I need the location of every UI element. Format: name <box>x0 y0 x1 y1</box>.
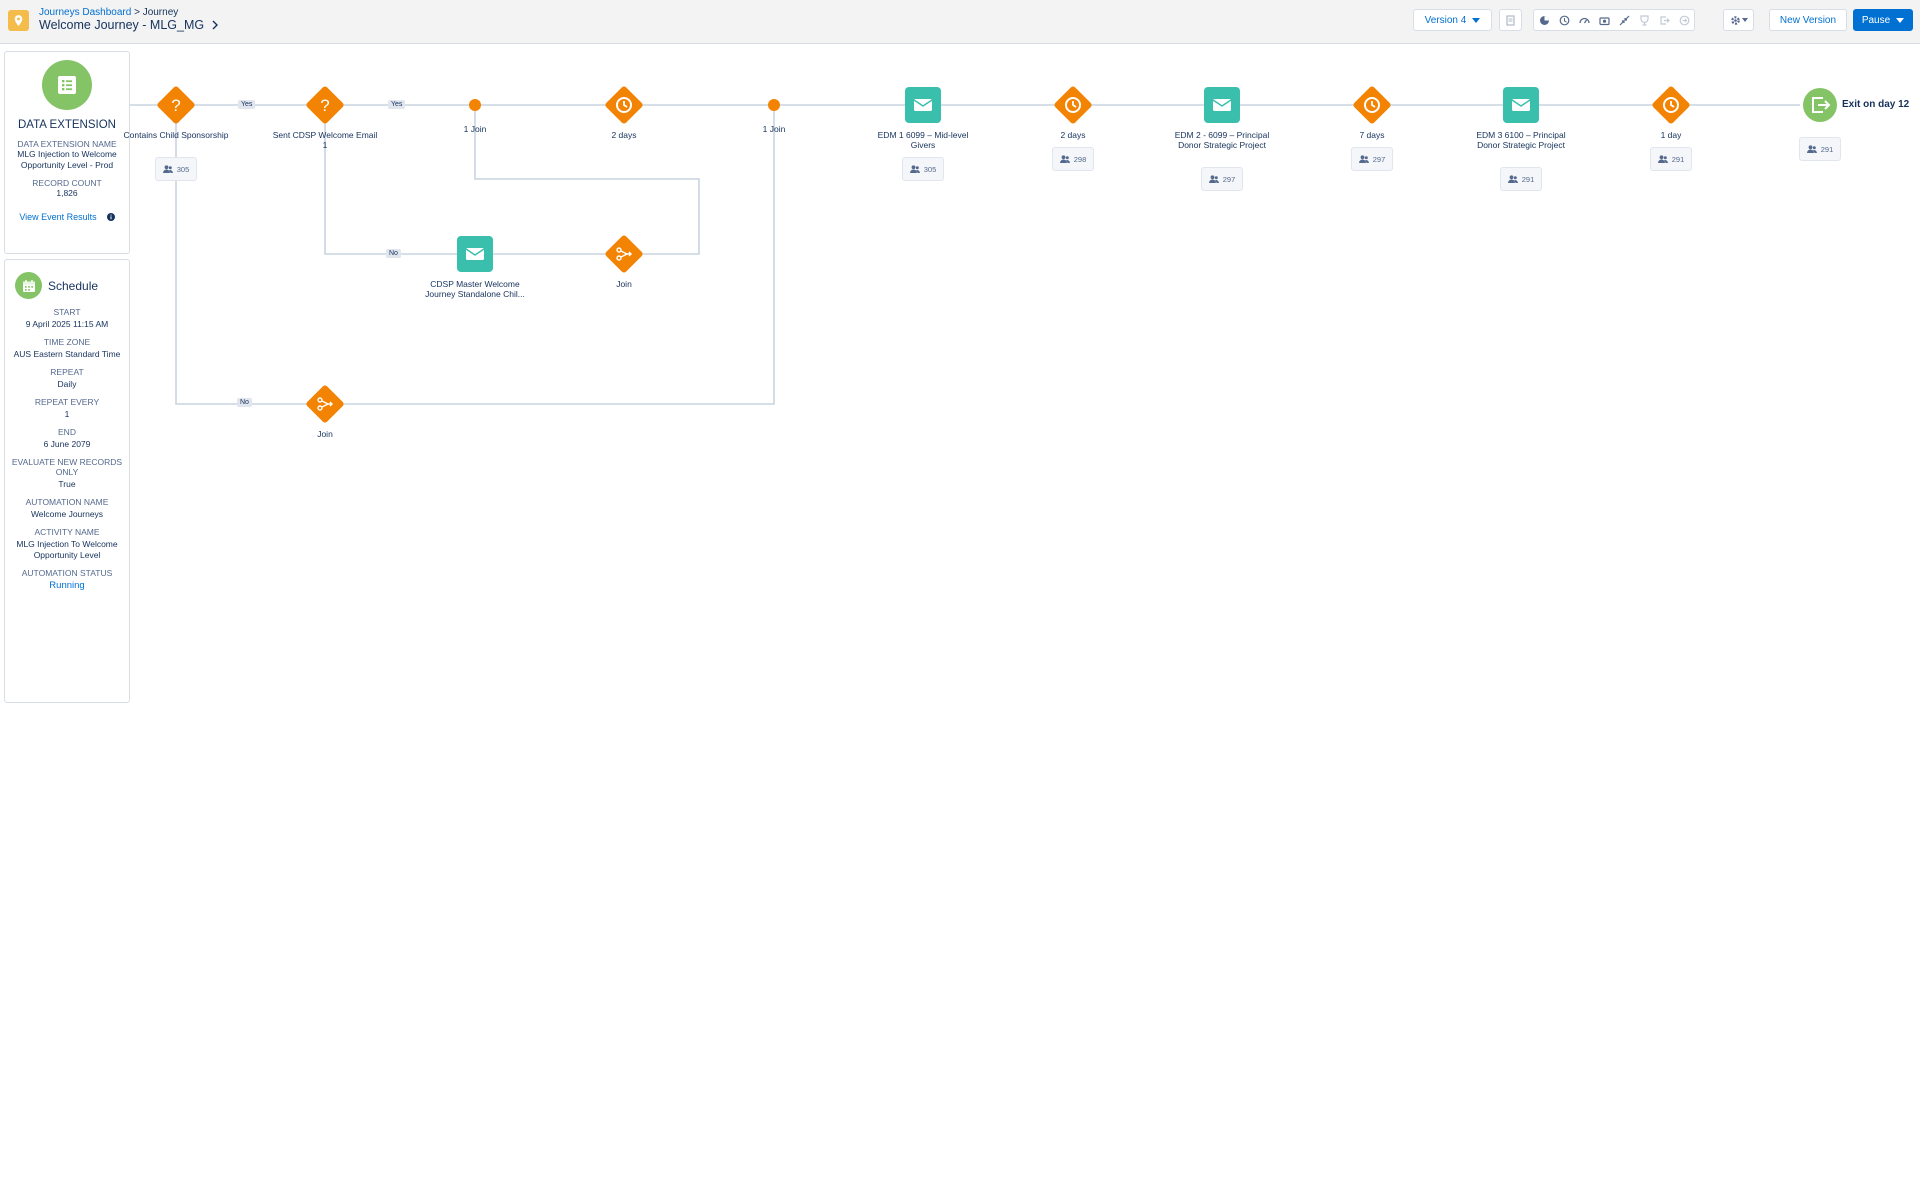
population-badge[interactable]: 291 <box>1500 167 1542 191</box>
email-activity[interactable] <box>905 87 941 123</box>
contacts-icon <box>1208 175 1219 183</box>
contacts-icon <box>1806 145 1817 153</box>
pause-button[interactable]: Pause <box>1853 9 1913 31</box>
activity-label: Sent CDSP Welcome Email 1 <box>272 130 378 150</box>
population-badge[interactable]: 291 <box>1799 137 1841 161</box>
population-badge[interactable]: 291 <box>1650 147 1692 171</box>
email-activity[interactable] <box>457 236 493 272</box>
contacts-icon <box>1358 155 1369 163</box>
email-icon <box>1511 99 1531 111</box>
activity-label: 1 day <box>1660 130 1682 140</box>
join-dot-activity[interactable] <box>768 99 780 111</box>
new-version-button[interactable]: New Version <box>1769 9 1847 31</box>
population-count: 305 <box>923 164 937 174</box>
exit-icon[interactable] <box>1674 10 1694 30</box>
activity-label: EDM 3 6100 – Principal Donor Strategic P… <box>1476 130 1566 150</box>
population-badge[interactable]: 305 <box>902 157 944 181</box>
activity-label: Join <box>317 429 333 439</box>
population-count: 305 <box>176 164 190 174</box>
contacts-icon <box>1059 155 1070 163</box>
collapse-icon[interactable] <box>1614 10 1634 30</box>
breadcrumb-separator: > <box>134 7 140 18</box>
page-title: Welcome Journey - MLG_MG <box>39 18 219 32</box>
journey-header: Journeys Dashboard > Journey Welcome Jou… <box>0 0 1920 44</box>
speed-icon[interactable] <box>1574 10 1594 30</box>
caret-down-icon <box>1472 17 1481 23</box>
journey-name: Welcome Journey - MLG_MG <box>39 18 205 32</box>
activity-label: 1 Join <box>762 124 786 134</box>
stats-icon[interactable] <box>1534 10 1554 30</box>
question-mark-icon: ? <box>171 96 180 115</box>
population-count: 298 <box>1073 154 1087 164</box>
settings-icon[interactable] <box>1724 10 1753 30</box>
wait-activity[interactable] <box>1651 85 1691 125</box>
join-activity[interactable] <box>305 384 345 424</box>
yes-path-tag: Yes <box>238 100 256 109</box>
email-activity[interactable] <box>1503 87 1539 123</box>
wait-activity[interactable] <box>1352 85 1392 125</box>
version-dropdown[interactable]: Version 4 <box>1413 9 1492 31</box>
activity-label: EDM 1 6099 – Mid-level Givers <box>877 130 969 150</box>
notes-button-group <box>1499 9 1522 31</box>
activity-label: 2 days <box>611 130 637 140</box>
pause-label: Pause <box>1861 14 1891 26</box>
wait-activity[interactable] <box>1053 85 1093 125</box>
version-label: Version 4 <box>1424 14 1467 26</box>
question-mark-icon: ? <box>320 96 329 115</box>
exit-criteria-icon[interactable] <box>1654 10 1674 30</box>
join-activity[interactable] <box>604 234 644 274</box>
contacts-icon <box>162 165 173 173</box>
exit-activity[interactable] <box>1803 88 1837 122</box>
population-count: 291 <box>1671 154 1685 164</box>
population-badge[interactable]: 297 <box>1201 167 1243 191</box>
yes-path-tag: Yes <box>388 100 406 109</box>
activity-label: Contains Child Sponsorship <box>123 130 229 140</box>
population-badge[interactable]: 305 <box>155 157 197 181</box>
population-count: 291 <box>1820 144 1834 154</box>
decision-activity[interactable]: ? <box>305 85 345 125</box>
email-activity[interactable] <box>1204 87 1240 123</box>
no-path-tag: No <box>386 249 401 258</box>
email-icon <box>1212 99 1232 111</box>
join-dot-icon <box>768 99 780 111</box>
contacts-icon <box>909 165 920 173</box>
join-diamond <box>306 385 344 423</box>
goal-icon[interactable] <box>1634 10 1654 30</box>
contacts-icon <box>1657 155 1668 163</box>
activity-label: 1 Join <box>463 124 487 134</box>
settings-menu <box>1723 9 1754 31</box>
population-badge[interactable]: 298 <box>1052 147 1094 171</box>
email-icon <box>913 99 933 111</box>
join-dot-activity[interactable] <box>469 99 481 111</box>
join-dot-icon <box>469 99 481 111</box>
notes-icon[interactable] <box>1500 10 1521 30</box>
breadcrumb-journey: Journey <box>142 7 179 18</box>
activity-label: 7 days <box>1359 130 1385 140</box>
activity-label: EDM 2 - 6099 – Principal Donor Strategic… <box>1174 130 1270 150</box>
breadcrumb-journeys-dashboard[interactable]: Journeys Dashboard <box>39 7 131 18</box>
wait-activity[interactable] <box>604 85 644 125</box>
contacts-icon <box>1507 175 1518 183</box>
population-count: 291 <box>1521 174 1535 184</box>
population-badge[interactable]: 297 <box>1351 147 1393 171</box>
exit-label: Exit on day 12 <box>1842 99 1910 110</box>
activity-label: CDSP Master Welcome Journey Standalone C… <box>425 279 525 299</box>
chevron-right-icon[interactable] <box>212 20 219 30</box>
activity-label: Join <box>616 279 632 289</box>
population-count: 297 <box>1372 154 1386 164</box>
camera-icon[interactable] <box>1594 10 1614 30</box>
email-icon <box>465 248 485 260</box>
history-icon[interactable] <box>1554 10 1574 30</box>
decision-activity[interactable]: ? <box>156 85 196 125</box>
journey-builder-app-icon <box>8 10 29 31</box>
caret-down-icon <box>1896 17 1905 23</box>
breadcrumb: Journeys Dashboard > Journey <box>39 7 178 18</box>
join-diamond <box>605 235 643 273</box>
activity-label: 2 days <box>1060 130 1086 140</box>
no-path-tag: No <box>237 398 252 407</box>
journey-tools-group <box>1533 9 1695 31</box>
population-count: 297 <box>1222 174 1236 184</box>
